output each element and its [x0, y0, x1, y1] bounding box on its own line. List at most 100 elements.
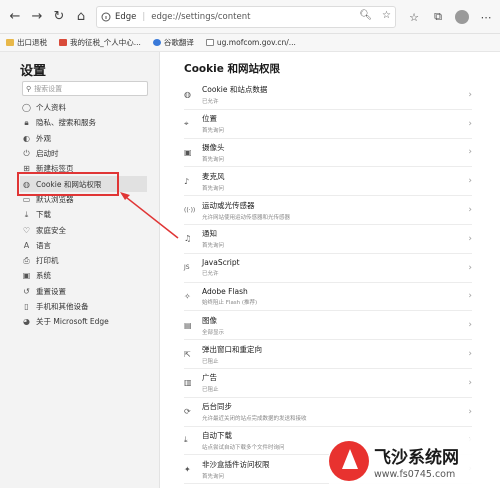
page-icon [205, 39, 214, 46]
collections-icon[interactable]: ⧉ [430, 6, 446, 28]
permission-row[interactable]: ⇱ 弹出窗口和重定向 已阻止 › [184, 340, 472, 369]
permission-row[interactable]: ♪ 麦克风 首先询问 › [184, 167, 472, 197]
sidebar-nav: ◯ 个人资料 🔒︎ 隐私、搜索和服务 ◐ 外观 ⏻ 启动时 ⊞ 新建标签页 ◍ Cookie 和网站权… [20, 100, 150, 329]
sidebar-item[interactable]: ▯ 手机和其他设备 [22, 299, 150, 314]
home-button[interactable]: ⌂ [70, 6, 92, 28]
permission-status: 已阻止 [202, 358, 219, 365]
sidebar-item[interactable]: A 语言 [22, 238, 150, 253]
permission-row[interactable]: ◍ Cookie 和站点数据 已允许 › [184, 81, 472, 110]
javascript-icon: JS [184, 264, 190, 272]
chevron-right-icon: › [468, 377, 472, 388]
permission-label: JavaScript [202, 258, 240, 268]
edge-icon: ◕ [23, 317, 30, 327]
bookmark-item[interactable]: 我的征税_个人中心... [59, 37, 141, 48]
favorite-star-icon[interactable]: ☆ [382, 10, 391, 21]
sidebar-item[interactable]: 🔒︎ 隐私、搜索和服务 [22, 115, 150, 130]
sidebar-item-label: 系统 [36, 271, 51, 281]
camera-icon: ▣ [184, 147, 192, 157]
bookmark-item[interactable]: ug.mofcom.gov.cn/... [205, 38, 296, 47]
sidebar-item[interactable]: ◯ 个人资料 [22, 100, 150, 115]
ads-icon: ▥ [184, 378, 192, 388]
avatar [455, 10, 469, 24]
plugin-icon: ✦ [184, 464, 191, 474]
permission-row[interactable]: ▤ 图像 全部显示 › [184, 311, 472, 341]
location-icon: ⌖ [184, 118, 189, 128]
settings-sidebar: 设置 ⚲ 搜索设置 ◯ 个人资料 🔒︎ 隐私、搜索和服务 ◐ 外观 ⏻ 启动时 ⊞ 新建标签页 ◍ C… [0, 52, 160, 488]
permission-status: 首先询问 [202, 185, 225, 192]
permission-label: 位置 [202, 114, 217, 124]
permission-status: 允许最近关闭的站点完成数据的发送和接收 [202, 416, 307, 423]
permission-label: Adobe Flash [202, 286, 248, 296]
download-icon: ⤓ [184, 435, 188, 445]
sidebar-item[interactable]: ↺ 重置设置 [22, 284, 150, 299]
permission-status: 首先询问 [202, 243, 225, 250]
permission-row[interactable]: ▣ 摄像头 首先询问 › [184, 139, 472, 168]
permission-row[interactable]: ♫ 通知 首先询问 › [184, 225, 472, 254]
permission-status: 允许网站使用运动传感器和光传感器 [202, 214, 291, 221]
sensor-icon: ((·)) [184, 206, 196, 214]
sync-icon: ⟳ [184, 407, 191, 417]
bookmark-label: 谷歌翻译 [163, 38, 194, 47]
home-icon: ⌂ [76, 9, 86, 24]
settings-search-input[interactable]: ⚲ 搜索设置 [22, 81, 148, 96]
bookmark-label: 出口退税 [17, 38, 47, 47]
permission-label: 通知 [202, 229, 217, 239]
permission-row[interactable]: ✧ Adobe Flash 始终阻止 Flash (推荐) › [184, 283, 472, 312]
bookmark-item[interactable]: 谷歌翻译 [152, 37, 194, 48]
permission-row[interactable]: ⟳ 后台同步 允许最近关闭的站点完成数据的发送和接收 › [184, 398, 472, 427]
back-button[interactable]: ← [4, 6, 26, 28]
forward-button[interactable]: → [26, 6, 48, 28]
translate-icon [152, 39, 161, 46]
chevron-right-icon: › [468, 349, 472, 360]
puzzle-icon: ✧ [184, 291, 191, 301]
permission-row[interactable]: JS JavaScript 已允许 › [184, 254, 472, 283]
sidebar-item-label: 手机和其他设备 [36, 302, 89, 311]
sidebar-item[interactable]: ◕ 关于 Microsoft Edge [22, 314, 150, 329]
printer-icon: ⎙ [23, 255, 30, 265]
refresh-icon: ↻ [53, 9, 65, 24]
chevron-right-icon: › [468, 406, 472, 417]
more-menu-icon[interactable]: ⋯ [478, 6, 494, 28]
permission-label: 摄像头 [202, 142, 225, 152]
chevron-right-icon: › [468, 233, 472, 244]
permission-label: 麦克风 [202, 171, 225, 181]
browser-toolbar: ← → ↻ ⌂ Edge | edge://settings/content 🔍… [0, 0, 500, 34]
system-icon: ▣ [22, 271, 31, 281]
forward-arrow-icon: → [31, 9, 43, 24]
permission-status: 全部显示 [202, 329, 225, 336]
bookmark-item[interactable]: 出口退税 [6, 37, 47, 48]
appearance-icon: ◐ [23, 133, 30, 143]
sidebar-item[interactable]: ▣ 系统 [22, 268, 150, 283]
page-info-icon[interactable] [101, 12, 111, 22]
sidebar-item[interactable]: ♡ 家庭安全 [22, 222, 150, 237]
page-title: Cookie 和网站权限 [184, 63, 280, 75]
address-app-name: Edge [115, 12, 137, 22]
family-icon: ♡ [22, 225, 31, 235]
sidebar-item[interactable]: ⎙ 打印机 [22, 253, 150, 268]
address-url[interactable]: edge://settings/content [151, 12, 250, 22]
chevron-right-icon: › [468, 118, 472, 129]
sidebar-item-label: 启动时 [36, 149, 59, 159]
zoom-icon[interactable]: 🔍︎ [359, 10, 372, 21]
permission-row[interactable]: ▥ 广告 已阻止 › [184, 369, 472, 398]
permission-status: 已允许 [202, 99, 219, 106]
permission-label: Cookie 和站点数据 [202, 85, 268, 95]
permission-status: 始终阻止 Flash (推荐) [202, 299, 258, 306]
permission-row[interactable]: ⌖ 位置 首先询问 › [184, 110, 472, 139]
watermark-url: www.fs0745.com [374, 468, 456, 480]
lock-icon: 🔒︎ [24, 117, 29, 127]
favorites-icon[interactable]: ☆ [406, 6, 422, 28]
address-bar[interactable]: Edge | edge://settings/content 🔍︎ ☆ [96, 6, 396, 28]
permission-status: 首先询问 [202, 156, 225, 163]
refresh-button[interactable]: ↻ [48, 6, 70, 28]
sidebar-item-label: 家庭安全 [36, 225, 66, 235]
profile-avatar[interactable] [454, 6, 470, 28]
permission-row[interactable]: ((·)) 运动或光传感器 允许网站使用运动传感器和光传感器 › [184, 196, 472, 225]
sidebar-item[interactable]: ⤓ 下载 [22, 207, 150, 222]
sidebar-item[interactable]: ⏻ 启动时 [22, 146, 150, 161]
sidebar-item-label: 外观 [36, 133, 51, 143]
browser-icon: ▭ [22, 194, 31, 204]
chevron-right-icon: › [468, 291, 472, 302]
sidebar-item[interactable]: ◐ 外观 [22, 131, 150, 146]
chevron-right-icon: › [468, 205, 472, 216]
